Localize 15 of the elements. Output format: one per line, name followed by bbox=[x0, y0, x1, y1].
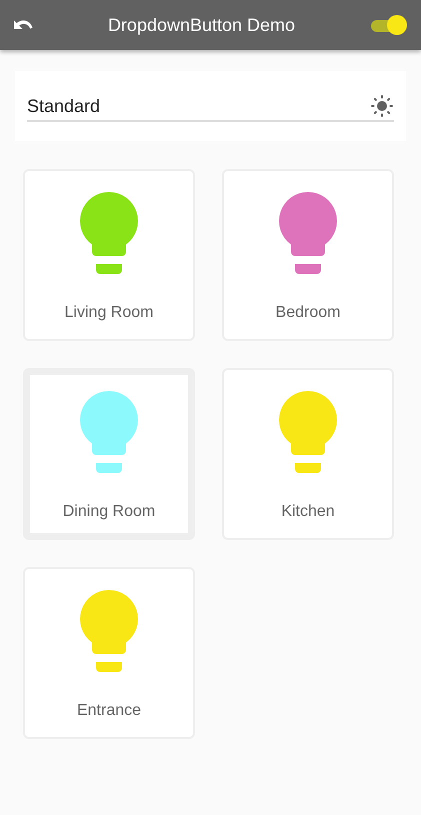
room-label: Bedroom bbox=[276, 304, 340, 322]
room-card[interactable]: Kitchen bbox=[222, 368, 394, 540]
room-label: Dining Room bbox=[62, 503, 156, 521]
room-card[interactable]: Living Room bbox=[23, 169, 195, 341]
room-label: Living Room bbox=[64, 304, 154, 322]
room-card[interactable]: Bedroom bbox=[222, 169, 394, 341]
theme-switch[interactable] bbox=[369, 14, 407, 36]
sun-icon bbox=[370, 94, 394, 118]
room-label: Kitchen bbox=[281, 503, 335, 521]
room-card[interactable]: Dining Room bbox=[23, 368, 195, 540]
app-title: DropdownButton Demo bbox=[106, 14, 296, 36]
room-card[interactable]: Entrance bbox=[23, 567, 195, 739]
room-label: Entrance bbox=[76, 702, 142, 720]
style-dropdown[interactable]: Standard bbox=[27, 94, 394, 122]
undo-icon[interactable] bbox=[14, 19, 34, 31]
